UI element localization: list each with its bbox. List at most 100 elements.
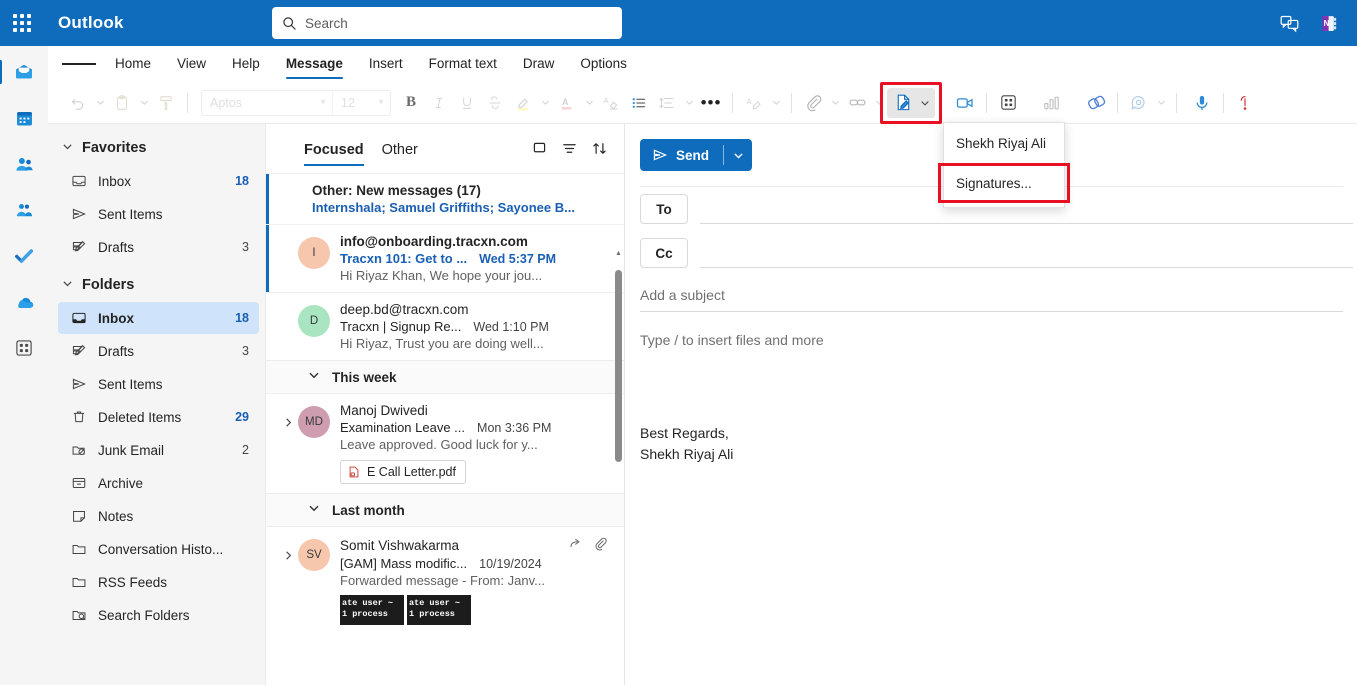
dictate-icon[interactable] [1188, 88, 1216, 118]
italic-icon[interactable] [425, 88, 453, 118]
folder-item-deleted[interactable]: Deleted Items 29 [58, 401, 259, 433]
folder-item-sent[interactable]: Sent Items [58, 368, 259, 400]
folder-group-favorites-header[interactable]: Favorites [48, 132, 265, 164]
folder-item-favorites-inbox[interactable]: Inbox 18 [58, 165, 259, 197]
paste-icon[interactable] [108, 88, 136, 118]
attach-chevron-down-icon[interactable] [827, 89, 843, 117]
signature-menu-item-shekh-riyaj-ali[interactable]: Shekh Riyaj Ali [944, 123, 1064, 163]
viva-chevron-down-icon[interactable] [1153, 89, 1169, 117]
message-list-scrollbar[interactable]: ▲ [615, 250, 622, 685]
signature-button[interactable] [880, 81, 942, 124]
bullets-icon[interactable] [625, 88, 653, 118]
folder-item-rss-feeds[interactable]: RSS Feeds [58, 566, 259, 598]
other-new-messages-row[interactable]: Other: New messages (17) Internshala; Sa… [266, 174, 624, 225]
highlight-chevron-down-icon[interactable] [537, 89, 553, 117]
hamburger-icon[interactable] [62, 49, 96, 79]
tab-options[interactable]: Options [567, 46, 640, 82]
scrollbar-thumb[interactable] [615, 270, 622, 462]
link-icon[interactable] [843, 88, 871, 118]
tab-format-text[interactable]: Format text [416, 46, 510, 82]
video-icon[interactable] [951, 88, 979, 118]
folder-item-favorites-sent[interactable]: Sent Items [58, 198, 259, 230]
message-body-editor[interactable]: Type / to insert files and more Best Reg… [626, 312, 1357, 465]
search-input[interactable] [305, 15, 612, 31]
folder-item-search-folders[interactable]: Search Folders [58, 599, 259, 631]
importance-icon[interactable] [1231, 88, 1259, 118]
tab-message[interactable]: Message [273, 46, 356, 82]
editor-chevron-down-icon[interactable] [768, 89, 784, 117]
link-chevron-down-icon[interactable] [871, 89, 887, 117]
message-list-item[interactable]: I info@onboarding.tracxn.com Tracxn 101:… [266, 225, 624, 292]
paste-chevron-down-icon[interactable] [136, 89, 152, 117]
tab-home[interactable]: Home [102, 46, 164, 82]
format-painter-icon[interactable] [152, 88, 180, 118]
attachment-thumbnail[interactable]: ate user ~ 1 process [407, 595, 471, 625]
signature-chevron-down-icon[interactable] [917, 89, 933, 117]
attach-icon[interactable] [799, 88, 827, 118]
expand-thread-icon[interactable] [278, 403, 298, 484]
tab-view[interactable]: View [164, 46, 219, 82]
rail-item-mail[interactable] [0, 52, 44, 92]
onenote-icon[interactable]: N [1309, 3, 1349, 43]
tab-insert[interactable]: Insert [356, 46, 416, 82]
cc-button[interactable]: Cc [640, 238, 688, 268]
message-list-item[interactable]: D deep.bd@tracxn.com Tracxn | Signup Re.… [266, 292, 624, 360]
folder-item-conversation-history[interactable]: Conversation Histo... [58, 533, 259, 565]
loop-icon[interactable] [1082, 88, 1110, 118]
underline-icon[interactable] [453, 88, 481, 118]
rail-item-teams[interactable] [4, 190, 44, 230]
message-group-header-last-month[interactable]: Last month [266, 493, 624, 527]
bold-icon[interactable]: B [397, 88, 425, 118]
folder-item-notes[interactable]: Notes [58, 500, 259, 532]
folder-item-archive[interactable]: Archive [58, 467, 259, 499]
cc-input[interactable] [700, 238, 1353, 268]
expand-thread-icon[interactable] [278, 536, 298, 625]
filter-icon[interactable] [554, 134, 584, 164]
message-list-item[interactable]: SV Somit Vishwakarma [GAM] Mass modific.… [266, 527, 624, 634]
message-list-item[interactable]: MD Manoj Dwivedi Examination Leave ... M… [266, 394, 624, 493]
subject-row[interactable]: Add a subject [626, 275, 1357, 312]
message-group-header-this-week[interactable]: This week [266, 360, 624, 394]
line-spacing-chevron-down-icon[interactable] [681, 89, 697, 117]
rail-item-todo[interactable] [4, 236, 44, 276]
tab-draw[interactable]: Draw [510, 46, 568, 82]
pivot-other[interactable]: Other [382, 124, 418, 174]
more-options-icon[interactable]: ••• [697, 88, 725, 118]
undo-icon[interactable] [64, 88, 92, 118]
editor-icon[interactable]: A [740, 88, 768, 118]
rail-item-onedrive[interactable] [4, 282, 44, 322]
rail-item-apps[interactable] [4, 328, 44, 368]
app-launcher-button[interactable] [0, 0, 44, 46]
pivot-focused[interactable]: Focused [304, 124, 364, 174]
attachment-chip[interactable]: E Call Letter.pdf [340, 460, 466, 484]
filter-toggle-icon[interactable] [524, 134, 554, 164]
folder-item-junk[interactable]: Junk Email 2 [58, 434, 259, 466]
strikethrough-icon[interactable] [481, 88, 509, 118]
folder-item-favorites-drafts[interactable]: Drafts 3 [58, 231, 259, 263]
rail-item-people[interactable] [4, 144, 44, 184]
undo-chevron-down-icon[interactable] [92, 89, 108, 117]
apps-icon[interactable] [994, 88, 1022, 118]
teams-chat-icon[interactable] [1269, 3, 1309, 43]
scroll-up-arrow-icon[interactable]: ▲ [615, 250, 622, 257]
line-spacing-icon[interactable] [653, 88, 681, 118]
to-button[interactable]: To [640, 194, 688, 224]
send-options-chevron-down-icon[interactable] [724, 150, 752, 161]
subject-input[interactable]: Add a subject [640, 287, 1343, 311]
signature-menu-item-signatures[interactable]: Signatures... [944, 163, 1064, 203]
send-button[interactable]: Send [640, 139, 753, 171]
tab-help[interactable]: Help [219, 46, 273, 82]
clear-formatting-icon[interactable]: A [597, 88, 625, 118]
poll-icon[interactable] [1038, 88, 1066, 118]
search-box[interactable] [272, 7, 622, 39]
font-color-icon[interactable]: A [553, 88, 581, 118]
attachment-thumbnail[interactable]: ate user ~ 1 process [340, 595, 404, 625]
sort-icon[interactable] [584, 134, 614, 164]
viva-icon[interactable] [1125, 88, 1153, 118]
folder-item-drafts[interactable]: Drafts 3 [58, 335, 259, 367]
font-color-chevron-down-icon[interactable] [581, 89, 597, 117]
font-family-select[interactable]: Aptos ▾ 12 ▾ [201, 89, 391, 116]
folder-item-inbox[interactable]: Inbox 18 [58, 302, 259, 334]
highlight-icon[interactable] [509, 88, 537, 118]
rail-item-calendar[interactable] [4, 98, 44, 138]
